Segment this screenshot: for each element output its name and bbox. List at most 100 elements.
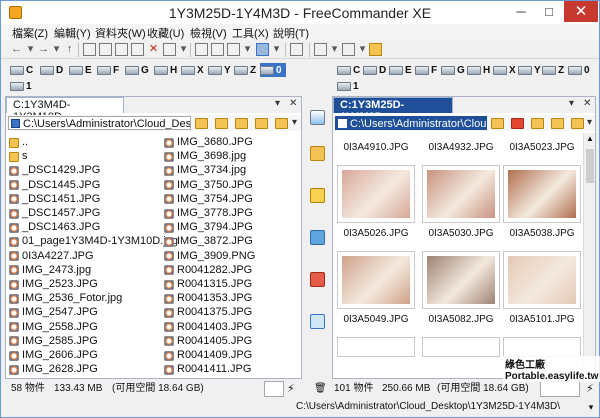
tab-dropdown-icon[interactable]: ▾ xyxy=(569,98,574,109)
menu-favorites[interactable]: 收藏(U) xyxy=(147,25,184,41)
drive-button[interactable]: E xyxy=(389,63,412,77)
left-filter-field[interactable] xyxy=(264,381,284,397)
new-folder-icon[interactable] xyxy=(551,118,564,129)
folder-menu-icon[interactable] xyxy=(275,118,288,129)
search-icon[interactable] xyxy=(310,314,325,329)
move-to-other-pane-icon[interactable] xyxy=(310,272,325,287)
drive-button[interactable]: Z xyxy=(234,63,256,77)
right-path-field[interactable]: C:\Users\Administrator\Cloud_Desktop xyxy=(335,116,487,130)
drive-button[interactable]: C xyxy=(10,63,33,77)
tab-left-active[interactable]: C:1Y3M4D-1Y3M10D xyxy=(6,97,124,123)
thumbnail-label[interactable]: 0I3A5049.JPG xyxy=(337,314,415,325)
file-item[interactable]: R0041375.JPG xyxy=(164,306,252,319)
thumbnail-label[interactable]: 0I3A5038.JPG xyxy=(503,228,581,239)
tab-close-icon[interactable]: ✕ xyxy=(583,98,591,109)
thumbnail-tile[interactable] xyxy=(422,165,500,223)
thumbnail-tile[interactable] xyxy=(503,251,581,309)
file-item[interactable]: IMG_3680.JPG xyxy=(164,136,253,149)
thumbnail-label[interactable]: 0I3A4932.JPG xyxy=(422,142,500,153)
file-item[interactable]: IMG_2523.JPG xyxy=(9,278,98,291)
folder-item[interactable]: s xyxy=(9,150,28,163)
thumbnail-tile[interactable] xyxy=(503,165,581,223)
file-item[interactable]: IMG_3872.JPG xyxy=(164,235,253,248)
thumbnail-tile[interactable] xyxy=(337,337,415,357)
settings-icon[interactable] xyxy=(342,43,355,56)
file-item[interactable]: IMG_2536_Fotor.jpg xyxy=(9,292,122,305)
history-icon[interactable] xyxy=(235,118,248,129)
edit-icon[interactable] xyxy=(99,43,112,56)
thumbnail-label[interactable]: 0I3A5023.JPG xyxy=(503,142,581,153)
rename-icon[interactable] xyxy=(163,43,176,56)
new-folder-icon[interactable] xyxy=(255,118,268,129)
folder-menu-icon[interactable] xyxy=(571,118,584,129)
minimize-button[interactable]: ─ xyxy=(507,1,535,22)
sync-icon[interactable] xyxy=(211,43,224,56)
drive-button[interactable]: X xyxy=(493,63,516,77)
thumbnail-tile[interactable] xyxy=(337,251,415,309)
compare-icon[interactable] xyxy=(195,43,208,56)
drive-button[interactable]: H xyxy=(154,63,177,77)
file-item[interactable]: IMG_3778.JPG xyxy=(164,207,253,220)
file-item[interactable]: IMG_2547.JPG xyxy=(9,306,98,319)
thumbnail-label[interactable]: 0I3A5082.JPG xyxy=(422,314,500,325)
drive-button[interactable]: Y xyxy=(208,63,231,77)
folder-icon[interactable] xyxy=(310,146,325,161)
filter-icon[interactable]: ⚡ xyxy=(287,381,295,397)
menu-view[interactable]: 檢視(V) xyxy=(190,25,227,41)
history-icon[interactable] xyxy=(531,118,544,129)
tab-close-icon[interactable]: ✕ xyxy=(289,98,297,109)
dropdown-arrow-icon[interactable]: ▾ xyxy=(24,43,37,56)
favorites-icon[interactable] xyxy=(215,118,228,129)
favorites-icon[interactable] xyxy=(511,118,524,129)
menu-folder[interactable]: 資料夾(W) xyxy=(95,25,146,41)
drive-button[interactable]: E xyxy=(69,63,92,77)
drive-button[interactable]: H xyxy=(467,63,490,77)
file-item[interactable]: IMG_2628.JPG xyxy=(9,363,98,376)
drive-button[interactable]: 0 xyxy=(568,63,590,77)
command-line[interactable]: C:\Users\Administrator\Cloud_Desktop\1Y3… xyxy=(1,398,599,417)
split-icon[interactable] xyxy=(227,43,240,56)
thumbnail-tile[interactable] xyxy=(422,337,500,357)
maximize-button[interactable]: □ xyxy=(535,1,563,22)
parent-folder-icon[interactable]: ↑ xyxy=(63,43,76,56)
copy-icon[interactable] xyxy=(115,43,128,56)
drive-button[interactable]: C xyxy=(337,63,360,77)
thumbnail-label[interactable]: 0I3A5030.JPG xyxy=(422,228,500,239)
menu-help[interactable]: 說明(T) xyxy=(273,25,309,41)
file-item[interactable]: _DSC1451.JPG xyxy=(9,193,100,206)
pane-switch-icon[interactable] xyxy=(310,110,325,125)
dropdown-arrow-icon[interactable]: ▾ xyxy=(177,43,190,56)
file-item[interactable]: _DSC1457.JPG xyxy=(9,207,100,220)
file-item[interactable]: IMG_2585.JPG xyxy=(9,335,98,348)
favorites-folder-icon[interactable] xyxy=(369,43,382,56)
dropdown-arrow-icon[interactable]: ▾ xyxy=(270,43,283,56)
right-filter-field[interactable] xyxy=(540,381,580,397)
dropdown-arrow-icon[interactable]: ▾ xyxy=(50,43,63,56)
command-line-path[interactable]: C:\Users\Administrator\Cloud_Desktop\1Y3… xyxy=(296,401,560,412)
folder-item[interactable]: .. xyxy=(9,136,28,149)
dropdown-arrow-icon[interactable]: ▾ xyxy=(292,117,297,128)
file-item[interactable]: _DSC1429.JPG xyxy=(9,164,100,177)
file-item[interactable]: R0041411.JPG xyxy=(164,363,251,376)
menu-tools[interactable]: 工具(X) xyxy=(232,25,269,41)
file-item[interactable]: _DSC1445.JPG xyxy=(9,179,100,192)
thumbnail-label[interactable]: 0I3A5101.JPG xyxy=(503,314,581,325)
file-item[interactable]: 0I3A4227.JPG xyxy=(9,250,94,263)
dropdown-arrow-icon[interactable]: ▾ xyxy=(587,117,592,128)
file-item[interactable]: IMG_2558.JPG xyxy=(9,321,98,334)
drive-button[interactable]: F xyxy=(415,63,437,77)
tab-right-active[interactable]: C:1Y3M25D-1Y4M3D xyxy=(333,97,453,123)
scroll-thumb[interactable] xyxy=(586,149,594,183)
file-item[interactable]: _DSC1463.JPG xyxy=(9,221,100,234)
view-icon[interactable] xyxy=(83,43,96,56)
drive-button[interactable]: Z xyxy=(542,63,564,77)
file-item[interactable]: 01_page1Y3M4D-1Y3M10D.jpg xyxy=(9,235,178,248)
drive-button[interactable]: 1 xyxy=(10,79,32,93)
file-item[interactable]: IMG_3698.jpg xyxy=(164,150,246,163)
folder-tree-icon[interactable] xyxy=(195,118,208,129)
dropdown-arrow-icon[interactable]: ▾ xyxy=(585,401,597,414)
close-button[interactable]: ✕ xyxy=(564,1,598,22)
thumbnail-label[interactable]: 0I3A4910.JPG xyxy=(337,142,415,153)
folder-tree-icon[interactable] xyxy=(491,118,504,129)
drive-button[interactable]: D xyxy=(40,63,63,77)
